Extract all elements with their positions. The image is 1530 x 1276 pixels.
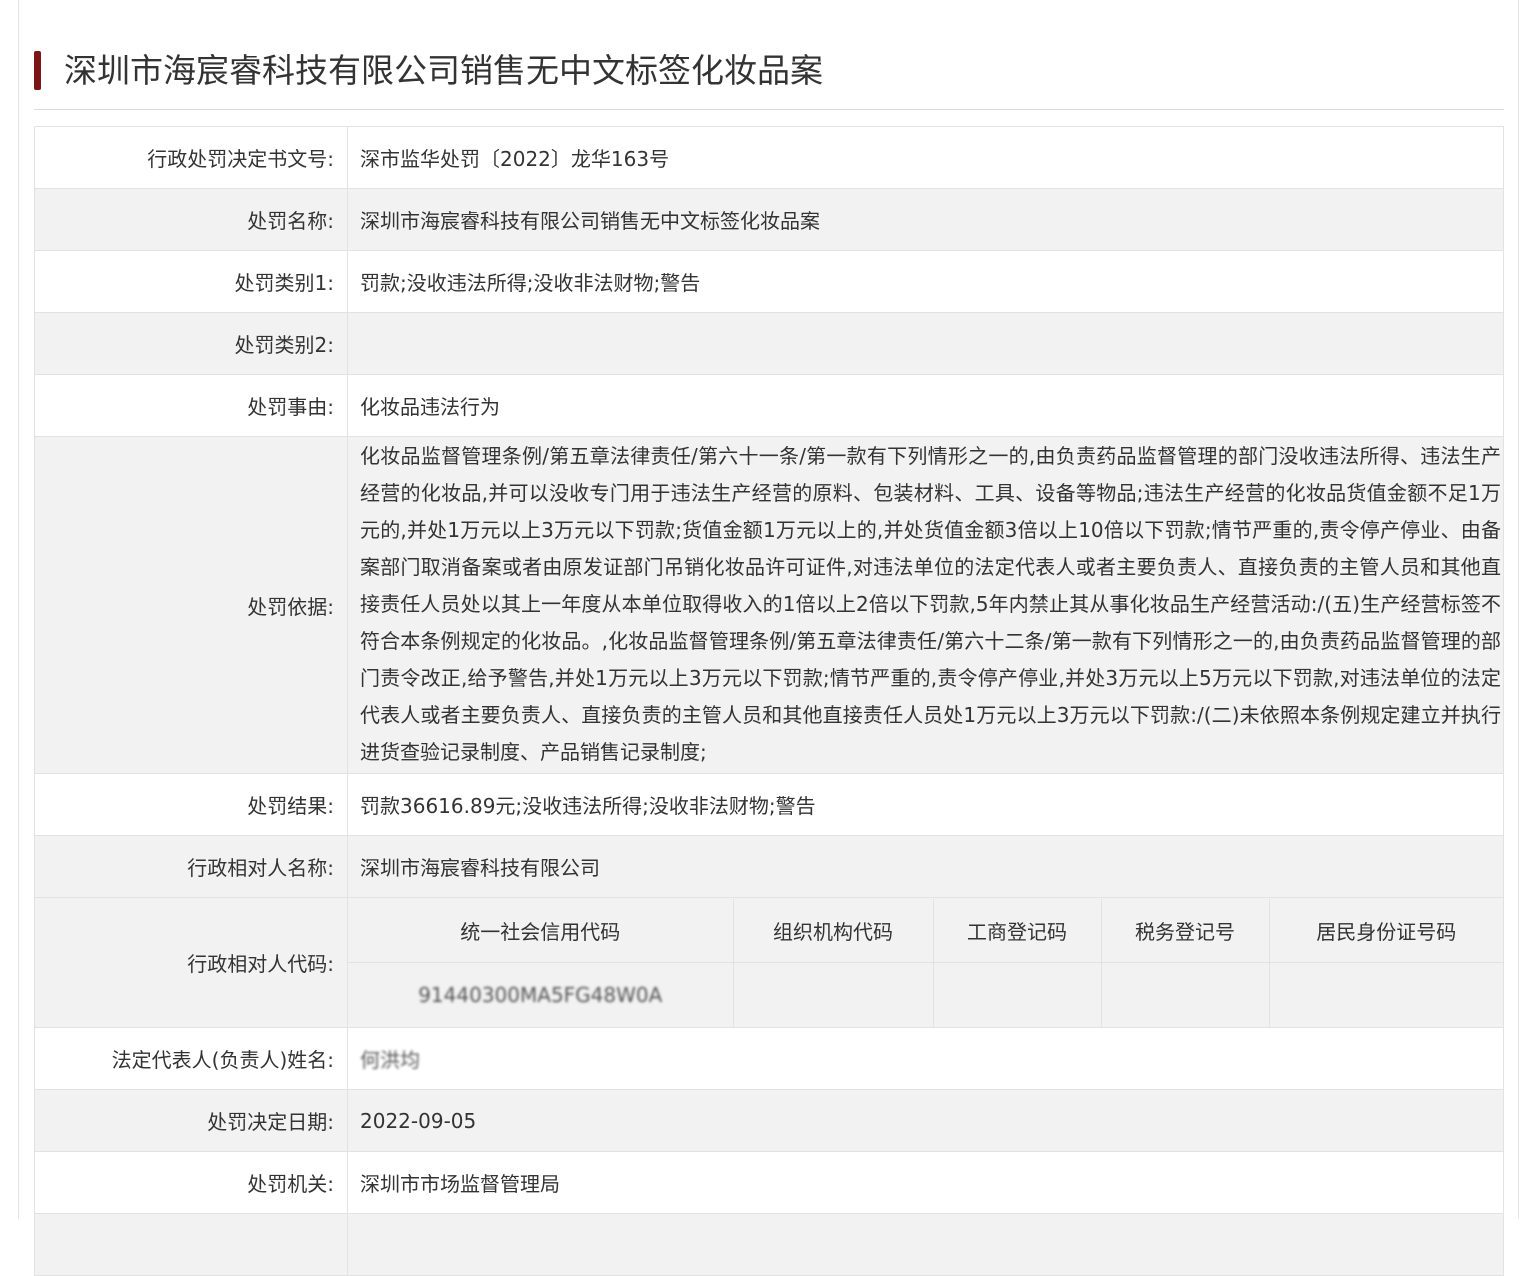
business-reg-value: [932, 962, 1102, 1027]
next-row-value: [347, 1213, 1504, 1276]
penalty-reason-value: 化妆品违法行为: [347, 374, 1504, 437]
title-accent-bar: [34, 51, 41, 90]
credit-code-text: 91440300MA5FG48W0A: [418, 982, 663, 1007]
page-header: 深圳市海宸睿科技有限公司销售无中文标签化妆品案: [34, 46, 1504, 110]
legal-rep-value: 何洪均: [360, 1048, 420, 1072]
table-row: 处罚机关: 深圳市市场监督管理局: [34, 1151, 1504, 1214]
decision-number-label: 行政处罚决定书文号:: [34, 126, 348, 189]
penalty-basis-cell: 化妆品监督管理条例/第五章法律责任/第六十一条/第一款有下列情形之一的,由负责药…: [347, 436, 1504, 774]
id-number-header: 居民身份证号码: [1268, 898, 1503, 963]
party-code-table: 统一社会信用代码 组织机构代码 工商登记码 税务登记号 居民身份证号码 9144…: [348, 898, 1503, 1027]
party-name-value: 深圳市海宸睿科技有限公司: [347, 835, 1504, 898]
penalty-category2-label: 处罚类别2:: [34, 312, 348, 375]
penalty-category1-label: 处罚类别1:: [34, 250, 348, 313]
penalty-category1-value: 罚款;没收违法所得;没收非法财物;警告: [347, 250, 1504, 313]
penalty-name-label: 处罚名称:: [34, 188, 348, 251]
business-reg-header: 工商登记码: [932, 898, 1102, 963]
org-code-value: [732, 962, 934, 1027]
code-header-row: 统一社会信用代码 组织机构代码 工商登记码 税务登记号 居民身份证号码: [348, 898, 1503, 963]
penalty-result-value: 罚款36616.89元;没收违法所得;没收非法财物;警告: [347, 773, 1504, 836]
table-row: [34, 1213, 1504, 1276]
table-row: 处罚名称: 深圳市海宸睿科技有限公司销售无中文标签化妆品案: [34, 188, 1504, 251]
table-row: 行政处罚决定书文号: 深市监华处罚〔2022〕龙华163号: [34, 126, 1504, 189]
penalty-basis-label: 处罚依据:: [34, 436, 348, 774]
credit-code-header: 统一社会信用代码: [348, 898, 734, 963]
table-row: 处罚结果: 罚款36616.89元;没收违法所得;没收非法财物;警告: [34, 773, 1504, 836]
table-row: 法定代表人(负责人)姓名: 何洪均: [34, 1027, 1504, 1090]
penalty-result-label: 处罚结果:: [34, 773, 348, 836]
decision-number-value: 深市监华处罚〔2022〕龙华163号: [347, 126, 1504, 189]
decision-date-label: 处罚决定日期:: [34, 1089, 348, 1152]
penalty-basis-text: 化妆品监督管理条例/第五章法律责任/第六十一条/第一款有下列情形之一的,由负责药…: [360, 444, 1501, 764]
legal-rep-cell: 何洪均: [347, 1027, 1504, 1090]
tax-reg-header: 税务登记号: [1100, 898, 1270, 963]
legal-rep-label: 法定代表人(负责人)姓名:: [34, 1027, 348, 1090]
penalty-info-table: 行政处罚决定书文号: 深市监华处罚〔2022〕龙华163号 处罚名称: 深圳市海…: [34, 126, 1504, 1276]
party-code-cell: 统一社会信用代码 组织机构代码 工商登记码 税务登记号 居民身份证号码 9144…: [347, 897, 1504, 1028]
page-title: 深圳市海宸睿科技有限公司销售无中文标签化妆品案: [64, 51, 823, 90]
next-row-label: [34, 1213, 348, 1276]
penalty-name-value: 深圳市海宸睿科技有限公司销售无中文标签化妆品案: [347, 188, 1504, 251]
table-row: 行政相对人名称: 深圳市海宸睿科技有限公司: [34, 835, 1504, 898]
penalty-category2-value: [347, 312, 1504, 375]
table-row: 处罚依据: 化妆品监督管理条例/第五章法律责任/第六十一条/第一款有下列情形之一…: [34, 436, 1504, 774]
authority-label: 处罚机关:: [34, 1151, 348, 1214]
authority-value: 深圳市市场监督管理局: [347, 1151, 1504, 1214]
table-row: 处罚类别2:: [34, 312, 1504, 375]
table-row: 行政相对人代码: 统一社会信用代码 组织机构代码 工商登记码 税务登记号 居民身…: [34, 897, 1504, 1028]
code-value-row: 91440300MA5FG48W0A: [348, 962, 1503, 1027]
table-row: 处罚类别1: 罚款;没收违法所得;没收非法财物;警告: [34, 250, 1504, 313]
tax-reg-value: [1100, 962, 1270, 1027]
org-code-header: 组织机构代码: [732, 898, 934, 963]
party-name-label: 行政相对人名称:: [34, 835, 348, 898]
decision-date-value: 2022-09-05: [347, 1089, 1504, 1152]
party-code-label: 行政相对人代码:: [34, 897, 348, 1028]
penalty-reason-label: 处罚事由:: [34, 374, 348, 437]
id-number-value: [1268, 962, 1503, 1027]
credit-code-value: 91440300MA5FG48W0A: [348, 962, 734, 1027]
table-row: 处罚事由: 化妆品违法行为: [34, 374, 1504, 437]
table-row: 处罚决定日期: 2022-09-05: [34, 1089, 1504, 1152]
